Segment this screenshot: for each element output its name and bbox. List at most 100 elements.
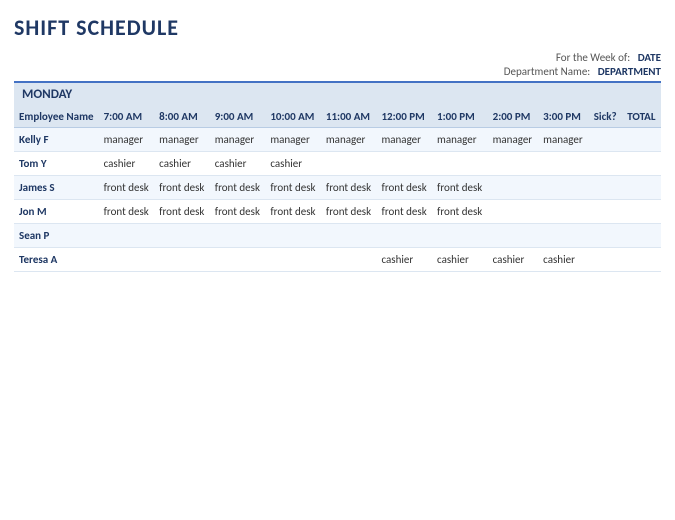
page-title: SHIFT SCHEDULE [14,14,661,41]
shift-cell [154,248,210,272]
employee-name-cell: Tom Y [14,152,99,176]
employee-name-cell: Sean P [14,224,99,248]
employee-name-cell: James S [14,176,99,200]
shift-cell: front desk [99,176,155,200]
shift-cell: manager [538,128,589,152]
shift-cell [432,224,488,248]
shift-cell [622,176,661,200]
shift-cell: cashier [265,152,321,176]
shift-cell [622,248,661,272]
shift-cell [210,224,266,248]
shift-cell [538,152,589,176]
col-header-10: Sick? [589,106,623,128]
shift-cell: cashier [432,248,488,272]
col-header-6: 12:00 PM [376,106,432,128]
table-row: Tom Ycashiercashiercashiercashier [14,152,661,176]
shift-cell: front desk [99,200,155,224]
shift-cell [589,176,623,200]
shift-cell [538,200,589,224]
dept-label: Department Name: [504,65,591,78]
shift-cell [488,176,539,200]
shift-cell [622,152,661,176]
week-meta: For the Week of: DATE [556,51,661,64]
shift-cell [321,224,377,248]
shift-cell: front desk [376,200,432,224]
shift-cell [622,128,661,152]
col-header-0: Employee Name [14,106,99,128]
shift-cell: manager [210,128,266,152]
shift-cell [622,200,661,224]
shift-cell [376,152,432,176]
shift-cell: front desk [265,176,321,200]
shift-cell: cashier [210,152,266,176]
shift-cell: cashier [99,152,155,176]
shift-cell: manager [376,128,432,152]
shift-cell [99,248,155,272]
shift-cell: manager [154,128,210,152]
shift-cell [488,152,539,176]
shift-cell: front desk [154,200,210,224]
employee-name-cell: Jon M [14,200,99,224]
col-header-4: 10:00 AM [265,106,321,128]
shift-cell: front desk [376,176,432,200]
shift-cell: manager [321,128,377,152]
col-header-2: 8:00 AM [154,106,210,128]
shift-cell [589,200,623,224]
col-header-7: 1:00 PM [432,106,488,128]
table-header-row: Employee Name7:00 AM8:00 AM9:00 AM10:00 … [14,106,661,128]
shift-cell: front desk [432,200,488,224]
shift-cell [376,224,432,248]
day-label: MONDAY [14,81,661,106]
shift-cell: cashier [488,248,539,272]
shift-cell: front desk [265,200,321,224]
col-header-1: 7:00 AM [99,106,155,128]
shift-cell [589,152,623,176]
shift-cell [538,224,589,248]
col-header-9: 3:00 PM [538,106,589,128]
shift-cell [622,224,661,248]
shift-cell [589,248,623,272]
shift-cell: cashier [154,152,210,176]
shift-cell: front desk [321,176,377,200]
col-header-11: TOTAL [622,106,661,128]
schedule-table: Employee Name7:00 AM8:00 AM9:00 AM10:00 … [14,106,661,272]
header-meta-block: For the Week of: DATE Department Name: D… [14,51,661,79]
shift-cell [488,200,539,224]
week-value: DATE [638,51,661,64]
shift-cell: cashier [376,248,432,272]
shift-cell: cashier [538,248,589,272]
shift-cell [488,224,539,248]
shift-cell [432,152,488,176]
table-row: Jon Mfront deskfront deskfront deskfront… [14,200,661,224]
table-row: Kelly Fmanagermanagermanagermanagermanag… [14,128,661,152]
shift-cell [321,152,377,176]
col-header-3: 9:00 AM [210,106,266,128]
shift-cell: front desk [154,176,210,200]
week-label: For the Week of: [556,51,630,64]
shift-cell [265,248,321,272]
shift-cell: manager [265,128,321,152]
shift-cell [210,248,266,272]
shift-cell: manager [432,128,488,152]
shift-cell [589,128,623,152]
shift-cell: manager [488,128,539,152]
table-row: James Sfront deskfront deskfront deskfro… [14,176,661,200]
page-container: SHIFT SCHEDULE For the Week of: DATE Dep… [0,0,675,282]
shift-cell: front desk [432,176,488,200]
employee-name-cell: Teresa A [14,248,99,272]
shift-cell [589,224,623,248]
shift-cell [538,176,589,200]
col-header-8: 2:00 PM [488,106,539,128]
shift-cell: manager [99,128,155,152]
shift-cell: front desk [210,200,266,224]
table-row: Teresa Acashiercashiercashiercashier [14,248,661,272]
table-row: Sean P [14,224,661,248]
shift-cell: front desk [210,176,266,200]
shift-cell [321,248,377,272]
shift-cell [265,224,321,248]
dept-meta: Department Name: DEPARTMENT [504,65,661,78]
shift-cell [99,224,155,248]
shift-cell [154,224,210,248]
employee-name-cell: Kelly F [14,128,99,152]
col-header-5: 11:00 AM [321,106,377,128]
